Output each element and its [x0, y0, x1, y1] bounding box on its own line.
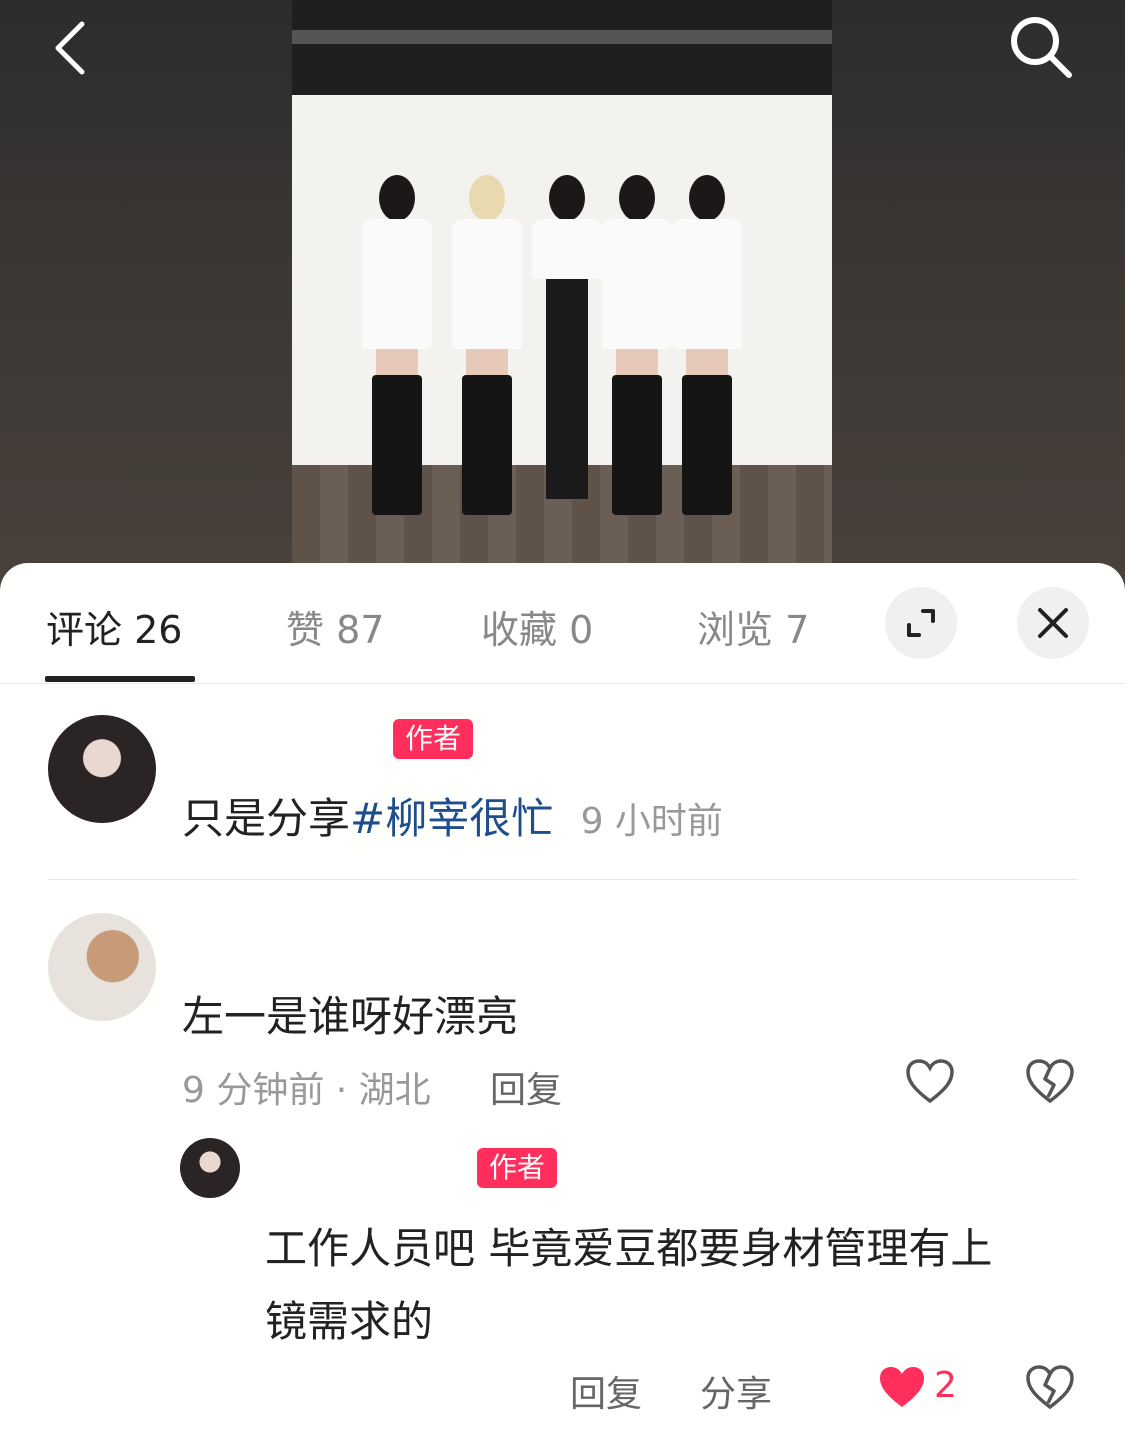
avatar[interactable] — [48, 913, 156, 1021]
expand-button[interactable] — [885, 587, 957, 659]
reply-text-line: 镜需求的 — [265, 1297, 434, 1346]
like-icon[interactable] — [904, 1057, 956, 1109]
avatar[interactable] — [48, 715, 156, 823]
tab-likes[interactable]: 赞 87 — [286, 599, 384, 654]
avatar[interactable] — [180, 1138, 240, 1198]
comment-meta: 9 分钟前 · 湖北 — [182, 1070, 431, 1111]
comment-time: 9 小时前 — [580, 801, 723, 842]
dislike-icon[interactable] — [1024, 1057, 1076, 1109]
photo-ceiling — [292, 0, 832, 95]
tab-views[interactable]: 浏览 7 — [697, 599, 827, 654]
search-icon[interactable] — [1000, 6, 1080, 86]
comment-sheet: 评论 26 赞 87 收藏 0 浏览 7 作者 只是分享#柳宰很忙 9 小时前 … — [0, 563, 1125, 1434]
photo-person — [672, 175, 742, 515]
photo-person — [532, 175, 602, 515]
share-button[interactable]: 分享 — [700, 1365, 772, 1417]
comment-text-plain: 只是分享 — [182, 794, 351, 843]
reply-button[interactable]: 回复 — [490, 1061, 562, 1113]
photo-person — [452, 175, 522, 515]
tab-bar: 评论 26 赞 87 收藏 0 浏览 7 — [0, 563, 1125, 684]
tab-favorites[interactable]: 收藏 0 — [481, 599, 593, 654]
like-count: 2 — [934, 1365, 957, 1406]
photo-person — [362, 175, 432, 515]
hashtag-link[interactable]: #柳宰很忙 — [350, 794, 553, 843]
close-icon — [1038, 608, 1068, 638]
media-viewer — [0, 0, 1125, 600]
post-photo[interactable] — [292, 0, 832, 575]
comment-text: 左一是谁呀好漂亮 — [182, 992, 519, 1041]
comment-text: 只是分享#柳宰很忙 9 小时前 — [182, 785, 723, 846]
tab-active-indicator — [45, 676, 195, 682]
dislike-icon[interactable] — [1024, 1363, 1076, 1415]
expand-icon — [907, 609, 935, 637]
close-button[interactable] — [1017, 587, 1089, 659]
photo-pipe — [292, 30, 832, 44]
comment-divider — [48, 879, 1078, 880]
author-badge: 作者 — [477, 1148, 558, 1188]
author-badge: 作者 — [393, 719, 474, 759]
reply-text-line: 工作人员吧 毕竟爱豆都要身材管理有上 — [265, 1224, 993, 1273]
liked-heart-icon[interactable] — [876, 1363, 928, 1415]
photo-person — [602, 175, 672, 515]
back-icon[interactable] — [30, 8, 110, 88]
reply-button[interactable]: 回复 — [570, 1365, 642, 1417]
tab-comments[interactable]: 评论 26 — [46, 599, 182, 654]
